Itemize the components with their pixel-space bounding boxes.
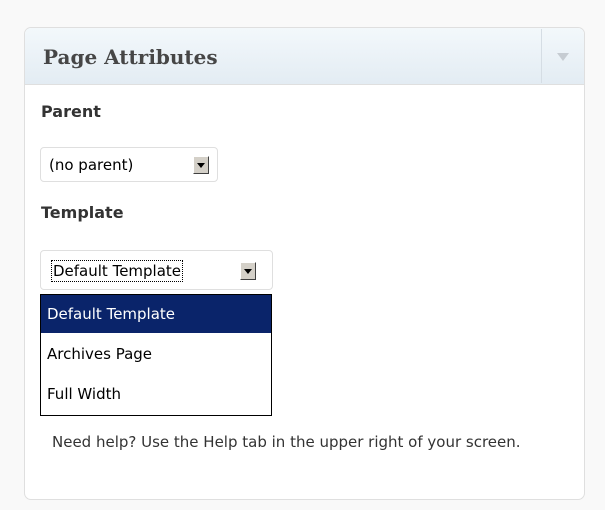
parent-dropdown-button[interactable] [193, 156, 209, 174]
dropdown-option-full-width[interactable]: Full Width [41, 375, 271, 413]
template-select[interactable]: Default Template [40, 250, 273, 290]
chevron-down-icon [197, 163, 205, 168]
panel-header[interactable]: Page Attributes [25, 28, 584, 85]
parent-select-value: (no parent) [49, 156, 134, 174]
template-label: Template [41, 203, 124, 222]
dropdown-option-archives-page[interactable]: Archives Page [41, 335, 271, 373]
help-text: Need help? Use the Help tab in the upper… [52, 433, 521, 451]
template-select-value: Default Template [50, 260, 184, 282]
template-dropdown-button[interactable] [240, 262, 256, 280]
chevron-down-icon [244, 269, 252, 274]
panel-title: Page Attributes [43, 45, 218, 69]
template-dropdown-list: Default Template Archives Page Full Widt… [40, 294, 272, 416]
parent-label: Parent [41, 102, 101, 121]
triangle-down-icon[interactable] [553, 45, 573, 67]
dropdown-option-default-template[interactable]: Default Template [41, 295, 271, 333]
parent-select[interactable]: (no parent) [40, 147, 218, 182]
header-divider [541, 29, 542, 83]
